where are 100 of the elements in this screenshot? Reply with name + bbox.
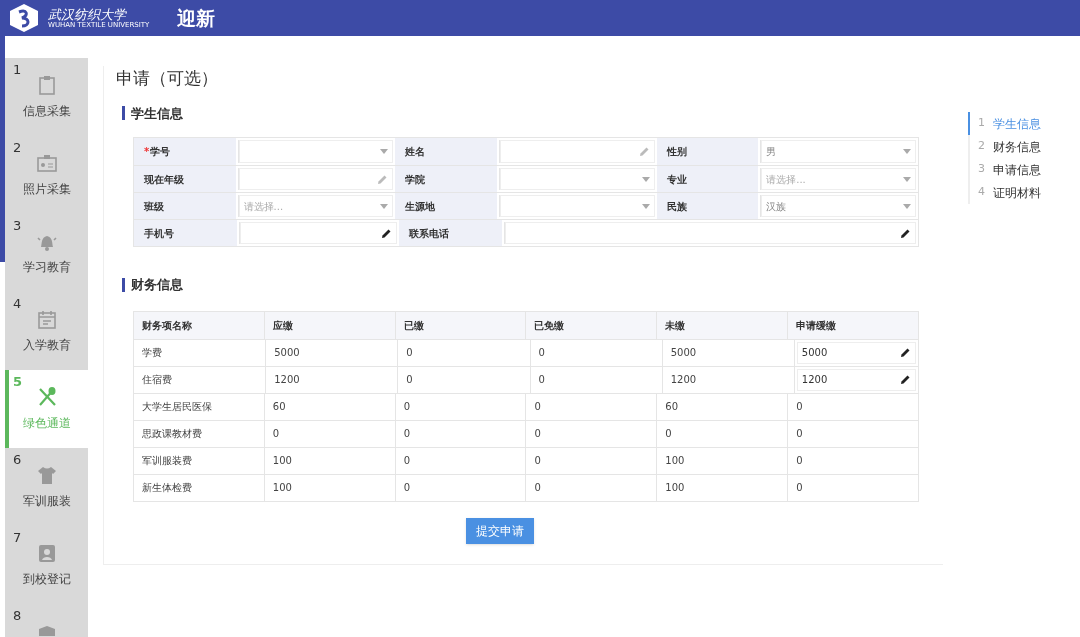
field-label: 性别 (656, 138, 759, 165)
table-cell: 0 (656, 420, 788, 447)
field-label-text: 学号 (150, 145, 171, 159)
anchor-label: 学生信息 (993, 115, 1041, 133)
school-name: 武汉纺织大学 (48, 7, 127, 21)
field-label: 班级 (134, 193, 236, 219)
pencil-icon (638, 146, 650, 157)
table-cell: 0 (394, 393, 526, 420)
table-cell-text: 住宿费 (141, 373, 173, 387)
anchor-number: 1 (978, 115, 985, 132)
column-header: 未缴 (656, 311, 788, 339)
caret-down-icon (380, 149, 389, 154)
table-cell: 0 (397, 339, 530, 366)
input-field[interactable] (239, 222, 397, 244)
anchor-label: 财务信息 (993, 138, 1041, 156)
anchor-link[interactable]: 3 申请信息 (968, 158, 1041, 181)
table-cell: 0 (787, 447, 918, 474)
logo-icon (8, 3, 40, 33)
anchor-number: 3 (978, 161, 985, 178)
step-number: 2 (13, 140, 22, 156)
table-cell-text: 学费 (141, 346, 163, 360)
step-number: 7 (13, 530, 22, 546)
pencil-icon (900, 347, 912, 358)
table-cell: 0 (394, 447, 526, 474)
table-cell: 100 (656, 447, 788, 474)
table-cell: 5000 (265, 339, 398, 366)
column-header: 已免缴 (525, 311, 657, 339)
step-number: 4 (13, 296, 22, 312)
table-cell: 100 (263, 447, 395, 474)
step-label: 入学教育 (21, 337, 72, 354)
table-cell: 60 (263, 393, 395, 420)
required-mark: * (144, 145, 150, 159)
pencil-icon (381, 227, 392, 239)
caret-down-icon (641, 176, 650, 182)
step-number: 6 (13, 452, 22, 468)
id-card-icon (35, 152, 58, 174)
caret-down-icon (641, 203, 650, 209)
step-number: 1 (13, 62, 22, 78)
anchor-link[interactable]: 4 证明材料 (968, 181, 1041, 204)
anchor-number: 2 (978, 138, 985, 155)
pencil-icon (377, 173, 389, 185)
select-field[interactable] (237, 140, 394, 163)
table-cell: 0 (529, 339, 662, 366)
anchor-label: 申请信息 (993, 161, 1041, 179)
column-header: 申请缓缴 (787, 311, 918, 339)
select-field[interactable] (498, 168, 655, 190)
table-cell: 100 (263, 474, 395, 501)
step-tab[interactable]: 6 军训服装 (5, 448, 88, 526)
field-label: 姓名 (395, 138, 497, 165)
table-cell: 100 (656, 474, 788, 501)
column-header: 财务项名称 (141, 318, 193, 333)
input-field[interactable]: 5000 (796, 341, 917, 364)
anchor-link[interactable]: 2 财务信息 (968, 135, 1041, 158)
table-cell: 60 (656, 393, 788, 420)
input-field[interactable]: 1200 (796, 368, 917, 391)
table-cell: 1200 (661, 366, 794, 393)
caret-down-icon (903, 149, 911, 154)
table-cell: 5000 (661, 339, 794, 366)
field-label: 生源地 (395, 193, 497, 219)
select-field[interactable]: 男 (760, 140, 916, 163)
step-tab[interactable]: 3 学习教育 (5, 214, 88, 292)
step-number: 3 (13, 218, 22, 234)
table-cell: 0 (525, 447, 657, 474)
field-label: 学院 (395, 166, 497, 192)
step-tab[interactable]: 8 (5, 604, 88, 637)
pencil-icon (900, 374, 912, 385)
table-cell-text: 思政课教材费 (141, 427, 203, 441)
select-field[interactable]: 汉族 (760, 195, 916, 217)
anchor-link[interactable]: 1 学生信息 (968, 112, 1041, 135)
table-cell-text: 大学生居民医保 (141, 400, 213, 414)
table-cell: 0 (525, 420, 657, 447)
section-title: 学生信息 (131, 104, 183, 123)
step-number: 8 (13, 608, 22, 624)
field-label: 专业 (656, 166, 759, 192)
anchor-number: 4 (978, 184, 985, 201)
column-header: 已缴 (394, 311, 526, 339)
step-label: 绿色通道 (21, 415, 72, 432)
table-cell: 0 (787, 420, 918, 447)
step-tab[interactable]: 7 到校登记 (5, 526, 88, 604)
select-field[interactable] (498, 195, 655, 217)
table-cell: 0 (787, 393, 918, 420)
step-tab[interactable]: 2 照片采集 (5, 136, 88, 214)
field-label: 联系电话 (399, 220, 502, 246)
input-field[interactable] (504, 222, 916, 244)
field-label: 民族 (656, 193, 759, 219)
table-cell: 0 (394, 420, 526, 447)
table-cell: 0 (397, 366, 530, 393)
table-cell-text: 新生体检费 (141, 481, 193, 495)
step-label: 照片采集 (21, 181, 72, 198)
table-cell-text: 军训服装费 (141, 454, 193, 468)
step-tab[interactable]: 1 信息采集 (5, 58, 88, 136)
page-title: 申请（可选） (116, 67, 219, 90)
pencil-icon (900, 227, 911, 239)
table-cell: 0 (787, 474, 918, 501)
caret-down-icon (903, 176, 911, 182)
section-title: 财务信息 (131, 276, 183, 294)
table-cell: 0 (525, 393, 657, 420)
step-tab[interactable]: 4 入学教育 (5, 292, 88, 370)
caret-down-icon (903, 203, 911, 209)
column-header: 应缴 (263, 311, 395, 339)
